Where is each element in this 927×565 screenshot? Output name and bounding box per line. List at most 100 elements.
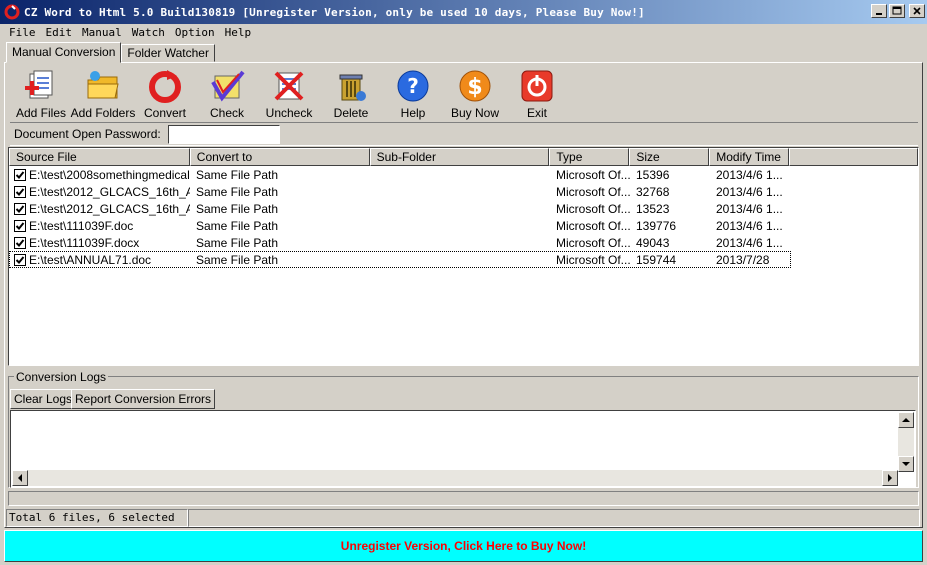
checkmark-icon xyxy=(15,187,25,196)
cell-convert-to: Same File Path xyxy=(196,218,279,233)
arrow-right-icon xyxy=(888,474,892,482)
cell-source-file: E:\test\ANNUAL71.doc xyxy=(9,253,190,267)
column-size[interactable]: Size xyxy=(629,148,710,166)
status-secondary xyxy=(188,509,920,527)
table-row[interactable]: E:\test\2012_GLCACS_16th_A... Same File P… xyxy=(9,200,918,217)
table-row[interactable]: E:\test\ANNUAL71.doc Same File Path Micros… xyxy=(9,251,791,268)
menu-file[interactable]: File xyxy=(4,25,41,41)
check-button[interactable]: Check xyxy=(196,66,258,120)
scroll-down-button[interactable] xyxy=(898,456,914,472)
cell-size: 32768 xyxy=(636,184,670,199)
convert-button[interactable]: Convert xyxy=(134,66,196,120)
check-icon xyxy=(211,70,245,102)
check-label: Check xyxy=(209,106,244,120)
source-file-text: E:\test\111039F.docx xyxy=(29,235,140,250)
log-horizontal-scrollbar[interactable] xyxy=(12,470,898,486)
cell-type: Microsoft Of... xyxy=(556,184,630,199)
source-file-text: E:\test\ANNUAL71.doc xyxy=(29,252,152,267)
close-button[interactable] xyxy=(909,4,925,18)
menu-bar: File Edit Manual Watch Option Help xyxy=(0,24,927,42)
add-files-button[interactable]: Add Files xyxy=(10,66,72,120)
progress-bar xyxy=(8,491,919,506)
row-checkbox[interactable] xyxy=(14,168,26,181)
log-vertical-scrollbar[interactable] xyxy=(898,412,914,472)
delete-button[interactable]: Delete xyxy=(320,66,382,120)
maximize-icon xyxy=(892,6,902,15)
tab-folder-watcher[interactable]: Folder Watcher xyxy=(121,44,215,62)
maximize-button[interactable] xyxy=(889,4,905,18)
status-summary: Total 6 files, 6 selected xyxy=(6,509,188,527)
uncheck-label: Uncheck xyxy=(265,106,313,120)
add-folders-button[interactable]: Add Folders xyxy=(71,66,135,120)
cell-size: 15396 xyxy=(636,167,670,182)
arrow-left-icon xyxy=(18,474,22,482)
checkmark-icon xyxy=(15,221,25,230)
column-type[interactable]: Type xyxy=(549,148,630,166)
title-bar: CZ Word to Html 5.0 Build130819 [Unregis… xyxy=(0,0,927,24)
help-button[interactable]: ? Help xyxy=(382,66,444,120)
table-row[interactable]: E:\test\111039F.doc Same File Path Microso… xyxy=(9,217,918,234)
buy-now-button[interactable]: $ Buy Now xyxy=(444,66,506,120)
menu-manual[interactable]: Manual xyxy=(77,25,127,41)
uncheck-icon xyxy=(274,71,304,101)
column-sub-folder[interactable]: Sub-Folder xyxy=(369,148,550,166)
svg-text:?: ? xyxy=(407,74,419,98)
menu-watch[interactable]: Watch xyxy=(127,25,170,41)
cell-modify-time: 2013/4/6 1... xyxy=(716,167,783,182)
scroll-up-button[interactable] xyxy=(898,412,914,428)
minimize-button[interactable] xyxy=(871,4,887,18)
log-text-area[interactable] xyxy=(10,410,916,488)
cell-source-file: E:\test\2008somethingmedical.... xyxy=(9,168,190,182)
convert-label: Convert xyxy=(143,106,187,120)
help-icon: ? xyxy=(397,70,429,102)
column-convert-to[interactable]: Convert to xyxy=(189,148,370,166)
exit-button[interactable]: Exit xyxy=(506,66,568,120)
close-icon xyxy=(913,7,921,15)
checkmark-icon xyxy=(15,204,25,213)
table-row[interactable]: E:\test\2012_GLCACS_16th_A... Same File P… xyxy=(9,183,918,200)
report-errors-button[interactable]: Report Conversion Errors xyxy=(71,389,216,409)
table-row[interactable]: E:\test\2008somethingmedical.... Same Fil… xyxy=(9,166,918,183)
buy-now-banner[interactable]: Unregister Version, Click Here to Buy No… xyxy=(4,530,923,562)
file-list[interactable]: Source File Convert to Sub-Folder Type S… xyxy=(8,147,919,366)
column-modify-time[interactable]: Modify Time xyxy=(709,148,790,166)
app-logo-icon xyxy=(4,4,20,20)
menu-help[interactable]: Help xyxy=(220,25,257,41)
row-checkbox[interactable] xyxy=(14,253,26,266)
row-checkbox[interactable] xyxy=(14,219,26,232)
cell-type: Microsoft Of... xyxy=(556,167,630,182)
trash-icon xyxy=(339,74,366,101)
cell-size: 13523 xyxy=(636,201,670,216)
dollar-icon: $ xyxy=(459,70,491,102)
menu-option[interactable]: Option xyxy=(170,25,220,41)
add-files-icon xyxy=(25,70,53,99)
cell-type: Microsoft Of... xyxy=(556,201,630,216)
cell-modify-time: 2013/4/6 1... xyxy=(716,184,783,199)
cell-convert-to: Same File Path xyxy=(196,167,279,182)
cell-type: Microsoft Of... xyxy=(556,252,630,267)
source-file-text: E:\test\2012_GLCACS_16th_A... xyxy=(29,201,190,216)
conversion-logs-legend: Conversion Logs xyxy=(14,370,109,384)
add-files-label: Add Files xyxy=(15,106,67,120)
menu-edit[interactable]: Edit xyxy=(41,25,78,41)
row-checkbox[interactable] xyxy=(14,185,26,198)
table-row[interactable]: E:\test\111039F.docx Same File Path Micros… xyxy=(9,234,918,251)
scroll-right-button[interactable] xyxy=(882,470,898,486)
cell-size: 49043 xyxy=(636,235,670,250)
cell-type: Microsoft Of... xyxy=(556,218,630,233)
cell-type: Microsoft Of... xyxy=(556,235,630,250)
password-input[interactable] xyxy=(168,125,280,144)
row-checkbox[interactable] xyxy=(14,202,26,215)
row-checkbox[interactable] xyxy=(14,236,26,249)
checkmark-icon xyxy=(15,255,25,264)
buy-now-label: Buy Now xyxy=(450,106,500,120)
scroll-left-button[interactable] xyxy=(12,470,28,486)
checkmark-icon xyxy=(15,238,25,247)
cell-modify-time: 2013/4/6 1... xyxy=(716,201,783,216)
column-source-file[interactable]: Source File xyxy=(9,148,190,166)
tab-manual-conversion[interactable]: Manual Conversion xyxy=(6,42,122,63)
uncheck-button[interactable]: Uncheck xyxy=(258,66,320,120)
clear-logs-button[interactable]: Clear Logs xyxy=(10,389,77,409)
tab-strip: Manual Conversion Folder Watcher xyxy=(6,42,215,63)
svg-text:$: $ xyxy=(467,75,482,100)
